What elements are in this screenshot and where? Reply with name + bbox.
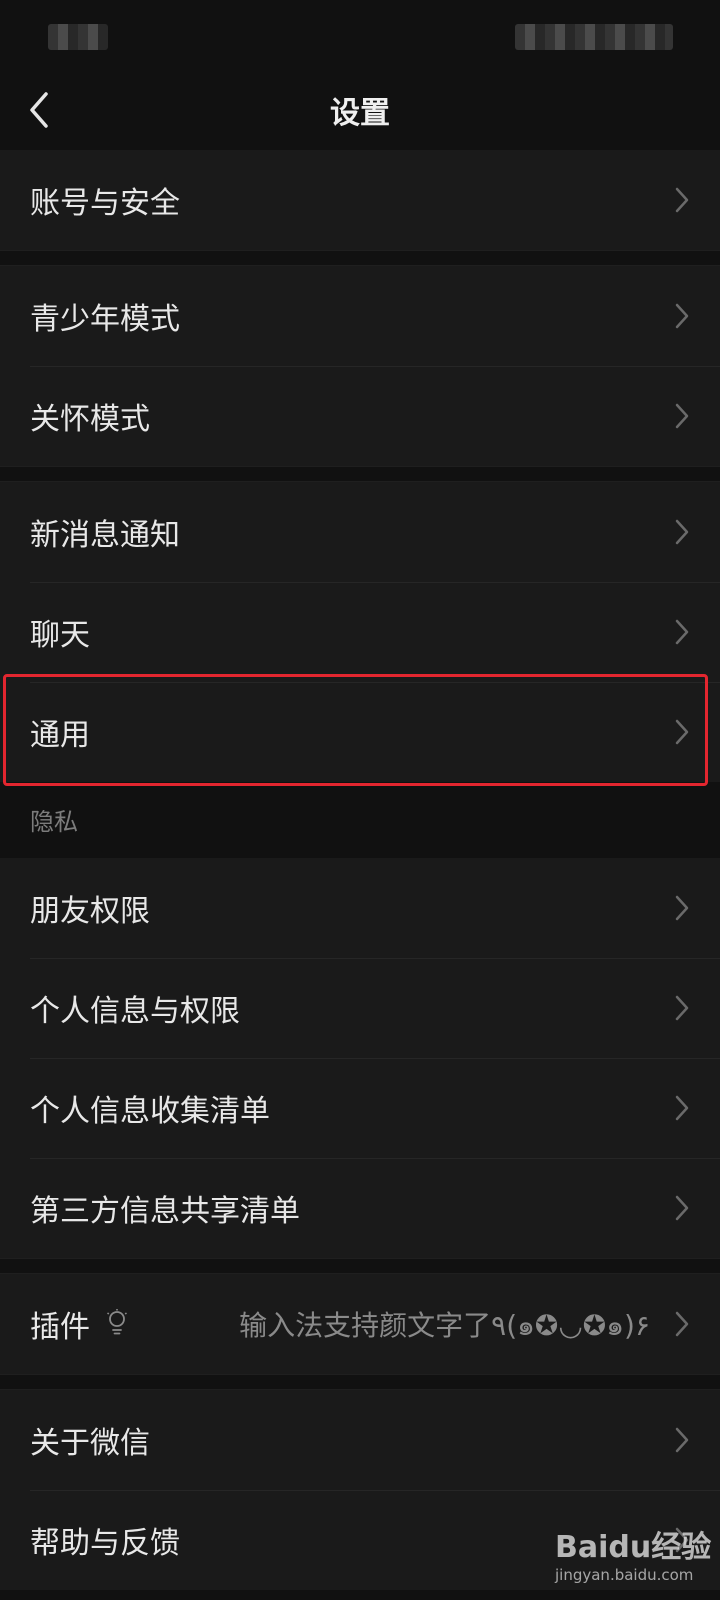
row-account-security[interactable]: 账号与安全 <box>0 150 720 250</box>
row-label: 账号与安全 <box>30 186 180 221</box>
row-new-message-notification[interactable]: 新消息通知 <box>0 482 720 582</box>
row-label: 第三方信息共享清单 <box>30 1194 300 1229</box>
chevron-right-icon <box>675 1095 689 1121</box>
row-label: 关于微信 <box>30 1426 150 1461</box>
chevron-right-icon <box>675 619 689 645</box>
status-bar <box>0 0 720 70</box>
section-header-privacy: 隐私 <box>0 782 720 858</box>
row-label: 关怀模式 <box>30 402 150 437</box>
status-time-blurred <box>48 24 108 50</box>
row-label: 插件 <box>30 1310 90 1345</box>
row-label: 帮助与反馈 <box>30 1526 180 1561</box>
row-label: 朋友权限 <box>30 894 150 929</box>
chevron-right-icon <box>675 403 689 429</box>
row-label: 青少年模式 <box>30 302 180 337</box>
watermark-brand: Baidu经验 <box>555 1530 712 1565</box>
row-label: 个人信息收集清单 <box>30 1094 270 1129</box>
row-plugins[interactable]: 插件 输入法支持颜文字了٩(๑✪◡✪๑)۶ <box>0 1274 720 1374</box>
chevron-right-icon <box>675 895 689 921</box>
page-title: 设置 <box>330 96 390 131</box>
chevron-right-icon <box>675 519 689 545</box>
row-label: 新消息通知 <box>30 518 180 553</box>
chevron-right-icon <box>675 995 689 1021</box>
row-teen-mode[interactable]: 青少年模式 <box>0 266 720 366</box>
row-personal-info-collection[interactable]: 个人信息收集清单 <box>0 1058 720 1158</box>
chevron-right-icon <box>675 187 689 213</box>
row-care-mode[interactable]: 关怀模式 <box>0 366 720 466</box>
row-label: 个人信息与权限 <box>30 994 240 1029</box>
section-gap <box>0 250 720 266</box>
row-about[interactable]: 关于微信 <box>0 1390 720 1490</box>
navigation-bar: 设置 <box>0 70 720 150</box>
section-gap <box>0 1258 720 1274</box>
row-label: 聊天 <box>30 618 90 653</box>
row-third-party-sharing[interactable]: 第三方信息共享清单 <box>0 1158 720 1258</box>
chevron-right-icon <box>675 1427 689 1453</box>
watermark-url: jingyan.baidu.com <box>555 1566 694 1584</box>
settings-list: 账号与安全 青少年模式 关怀模式 新消息通知 聊天 通用 隐私 朋友权限 个人信… <box>0 150 720 1590</box>
chevron-right-icon <box>675 303 689 329</box>
section-gap <box>0 1374 720 1390</box>
chevron-right-icon <box>675 1195 689 1221</box>
section-gap <box>0 466 720 482</box>
status-icons-blurred <box>515 24 673 50</box>
chevron-right-icon <box>675 1311 689 1337</box>
plugins-status-text: 输入法支持颜文字了٩(๑✪◡✪๑)۶ <box>239 1309 650 1342</box>
lightbulb-icon <box>107 1309 127 1335</box>
baidu-jingyan-watermark: Baidu经验 jingyan.baidu.com <box>555 1518 715 1588</box>
row-personal-info-permissions[interactable]: 个人信息与权限 <box>0 958 720 1058</box>
highlight-box-general <box>3 674 708 786</box>
row-chat[interactable]: 聊天 <box>0 582 720 682</box>
row-friend-permissions[interactable]: 朋友权限 <box>0 858 720 958</box>
